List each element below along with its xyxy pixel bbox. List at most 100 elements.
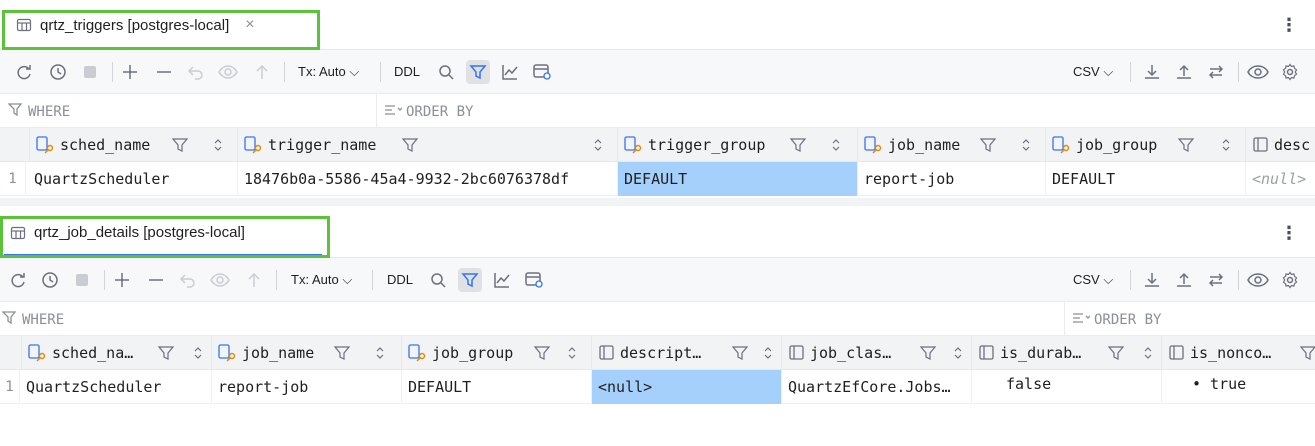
tx-mode-dropdown[interactable]: Tx: Auto ⌵	[291, 272, 352, 288]
preview-changes-icon[interactable]	[208, 268, 232, 292]
ddl-button[interactable]: DDL	[394, 64, 420, 79]
sort-icon[interactable]	[568, 346, 576, 360]
column-header[interactable]: job_clas…	[782, 336, 972, 370]
where-filter[interactable]: WHERE	[1, 310, 64, 330]
order-by-filter[interactable]: ORDER BY	[384, 102, 473, 122]
row-number: 1	[0, 162, 26, 196]
sort-icon[interactable]	[194, 346, 202, 360]
column-filter-icon[interactable]	[534, 345, 550, 361]
filter-toggle-icon[interactable]	[466, 60, 490, 84]
add-row-icon[interactable]	[110, 268, 134, 292]
column-filter-icon[interactable]	[920, 345, 936, 361]
filter-toggle-icon[interactable]	[458, 268, 482, 292]
revert-icon[interactable]	[176, 268, 200, 292]
table-cell[interactable]: report-job	[858, 162, 1046, 196]
column-header[interactable]: descript…	[592, 336, 782, 370]
table-cell[interactable]: false	[972, 370, 1162, 404]
table-cell[interactable]: DEFAULT	[402, 370, 592, 404]
export-format-dropdown[interactable]: CSV ⌵	[1073, 272, 1113, 288]
order-by-filter[interactable]: ORDER BY	[1072, 310, 1161, 330]
column-name: job_group	[1076, 136, 1158, 154]
preview-changes-icon[interactable]	[216, 60, 240, 84]
column-header[interactable]: job_group	[402, 336, 592, 370]
table-cell[interactable]: 18476b0a-5586-45a4-9932-2bc6076378df	[238, 162, 618, 196]
sort-icon[interactable]	[376, 346, 384, 360]
view-query-icon[interactable]	[522, 268, 546, 292]
history-icon[interactable]	[38, 268, 62, 292]
column-header[interactable]: job_name	[212, 336, 402, 370]
compare-icon[interactable]	[1204, 60, 1228, 84]
where-filter[interactable]: WHERE	[7, 102, 70, 122]
tx-mode-dropdown[interactable]: Tx: Auto ⌵	[298, 64, 359, 80]
view-query-icon[interactable]	[530, 60, 554, 84]
column-filter-icon[interactable]	[402, 137, 418, 153]
add-row-icon[interactable]	[118, 60, 142, 84]
upload-icon[interactable]	[1172, 60, 1196, 84]
eye-icon[interactable]	[1246, 60, 1270, 84]
table-cell[interactable]: QuartzEfCore.Jobs…	[782, 370, 972, 404]
column-header[interactable]: sched_name	[30, 128, 238, 162]
download-icon[interactable]	[1140, 268, 1164, 292]
column-header[interactable]: job_name	[858, 128, 1046, 162]
submit-icon[interactable]	[242, 268, 266, 292]
column-header[interactable]: is_nonco…	[1162, 336, 1315, 370]
table-cell-selected[interactable]: <null>	[592, 370, 782, 404]
column-filter-icon[interactable]	[1108, 345, 1124, 361]
sort-icon[interactable]	[832, 138, 840, 152]
horizontal-scrollbar[interactable]	[0, 198, 1315, 206]
column-header[interactable]: is_durab…	[972, 336, 1162, 370]
table-cell-null[interactable]: <null>	[1246, 162, 1315, 196]
download-icon[interactable]	[1140, 60, 1164, 84]
chart-icon[interactable]	[490, 268, 514, 292]
table-cell[interactable]: QuartzScheduler	[28, 162, 238, 196]
chart-icon[interactable]	[498, 60, 522, 84]
column-filter-icon[interactable]	[158, 345, 174, 361]
table-cell-selected[interactable]: DEFAULT	[618, 162, 858, 196]
submit-icon[interactable]	[250, 60, 274, 84]
upload-icon[interactable]	[1172, 268, 1196, 292]
sort-icon[interactable]	[954, 346, 962, 360]
search-icon[interactable]	[434, 60, 458, 84]
compare-icon[interactable]	[1204, 268, 1228, 292]
sort-icon[interactable]	[1022, 138, 1030, 152]
sort-icon[interactable]	[214, 138, 222, 152]
search-icon[interactable]	[426, 268, 450, 292]
column-header[interactable]: desc	[1246, 128, 1315, 162]
ddl-button[interactable]: DDL	[387, 272, 413, 287]
refresh-icon[interactable]	[6, 268, 30, 292]
column-filter-icon[interactable]	[1178, 137, 1194, 153]
more-options-icon[interactable]: ⋮	[1280, 224, 1298, 242]
revert-icon[interactable]	[184, 60, 208, 84]
sort-icon[interactable]	[1144, 346, 1152, 360]
table-cell[interactable]: report-job	[212, 370, 402, 404]
stop-icon[interactable]	[78, 60, 102, 84]
column-header[interactable]: trigger_group	[618, 128, 858, 162]
sort-icon[interactable]	[594, 138, 602, 152]
export-format-dropdown[interactable]: CSV ⌵	[1073, 64, 1113, 80]
table-cell[interactable]: DEFAULT	[1046, 162, 1246, 196]
column-filter-icon[interactable]	[172, 137, 188, 153]
column-filter-icon[interactable]	[980, 137, 996, 153]
column-filter-icon[interactable]	[790, 137, 806, 153]
stop-icon[interactable]	[70, 268, 94, 292]
table-cell[interactable]: QuartzScheduler	[20, 370, 212, 404]
column-filter-icon[interactable]	[732, 345, 748, 361]
column-filter-icon[interactable]	[334, 345, 350, 361]
column-header[interactable]: job_group	[1046, 128, 1246, 162]
sort-icon[interactable]	[764, 346, 772, 360]
column-header[interactable]: sched_na…	[22, 336, 212, 370]
history-icon[interactable]	[46, 60, 70, 84]
sort-icon[interactable]	[1222, 138, 1230, 152]
eye-icon[interactable]	[1246, 268, 1270, 292]
table-cell[interactable]: • true	[1162, 370, 1315, 404]
delete-row-icon[interactable]	[144, 268, 168, 292]
table-row[interactable]: 1 QuartzScheduler 18476b0a-5586-45a4-993…	[0, 162, 1315, 196]
column-filter-icon[interactable]	[1300, 345, 1315, 361]
more-options-icon[interactable]: ⋮	[1280, 16, 1298, 34]
table-row[interactable]: 1 QuartzScheduler report-job DEFAULT <nu…	[0, 370, 1315, 404]
refresh-icon[interactable]	[12, 60, 36, 84]
delete-row-icon[interactable]	[152, 60, 176, 84]
column-header[interactable]: trigger_name	[238, 128, 618, 162]
settings-icon[interactable]	[1278, 60, 1302, 84]
settings-icon[interactable]	[1278, 268, 1302, 292]
